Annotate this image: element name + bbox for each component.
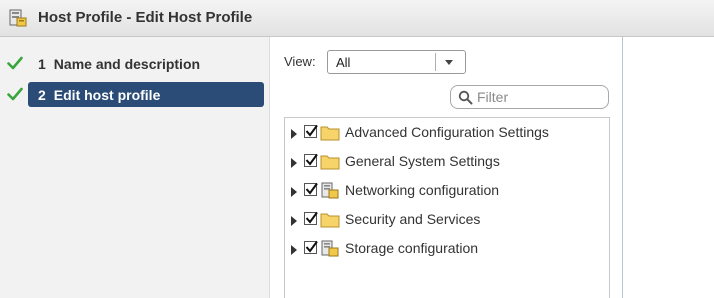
wizard-step-name-and-description[interactable]: 1 Name and description: [28, 51, 264, 76]
dialog-title: Host Profile - Edit Host Profile: [38, 9, 253, 26]
wizard-step-edit-host-profile[interactable]: 2 Edit host profile: [28, 82, 264, 107]
step-label: Name and description: [53, 55, 201, 72]
expand-arrow-icon[interactable]: [291, 158, 297, 168]
tree-item-label: Advanced Configuration Settings: [345, 124, 549, 140]
tree-item-label: General System Settings: [345, 153, 500, 169]
expand-arrow-icon[interactable]: [291, 216, 297, 226]
step-label: Edit host profile: [53, 86, 161, 103]
filter-input[interactable]: [477, 88, 602, 106]
profile-component-icon: [321, 182, 339, 199]
dropdown-divider: [435, 53, 436, 71]
expand-arrow-icon[interactable]: [291, 129, 297, 139]
right-panel: [622, 37, 714, 298]
wizard-steps-pane: 1 Name and description 2 Edit host profi…: [0, 37, 270, 298]
expand-arrow-icon[interactable]: [291, 187, 297, 197]
view-dropdown[interactable]: All: [327, 50, 466, 74]
expand-arrow-icon[interactable]: [291, 245, 297, 255]
host-profile-icon: [9, 9, 27, 27]
filter-box: [450, 85, 609, 109]
view-label: View:: [284, 54, 316, 69]
tree-item-checkbox[interactable]: [304, 240, 318, 254]
tree-item-label: Networking configuration: [345, 182, 500, 198]
tree-item-security-and-services[interactable]: Security and Services: [285, 208, 609, 232]
folder-icon: [320, 126, 340, 141]
checkmark-icon: [7, 87, 23, 101]
tree-item-storage-configuration[interactable]: Storage configuration: [285, 237, 609, 261]
chevron-down-icon[interactable]: [445, 60, 453, 65]
main-content-pane: View: All Advanced Configuration Setting…: [270, 37, 622, 298]
tree-item-advanced-configuration-settings[interactable]: Advanced Configuration Settings: [285, 121, 609, 145]
tree-item-label: Security and Services: [345, 211, 481, 227]
tree-item-checkbox[interactable]: [304, 124, 318, 138]
view-dropdown-value: All: [336, 55, 351, 70]
host-profile-tree: Advanced Configuration Settings General …: [284, 117, 610, 298]
tree-item-checkbox[interactable]: [304, 211, 318, 225]
search-icon: [458, 90, 473, 105]
tree-item-checkbox[interactable]: [304, 182, 318, 196]
step-number: 2: [38, 86, 46, 103]
step-number: 1: [38, 55, 46, 72]
tree-item-checkbox[interactable]: [304, 153, 318, 167]
tree-item-general-system-settings[interactable]: General System Settings: [285, 150, 609, 174]
checkmark-icon: [7, 56, 23, 70]
profile-component-icon: [321, 240, 339, 257]
folder-icon: [320, 213, 340, 228]
dialog-titlebar: Host Profile - Edit Host Profile: [0, 0, 714, 37]
tree-item-label: Storage configuration: [345, 240, 479, 256]
tree-item-networking-configuration[interactable]: Networking configuration: [285, 179, 609, 203]
folder-icon: [320, 155, 340, 170]
